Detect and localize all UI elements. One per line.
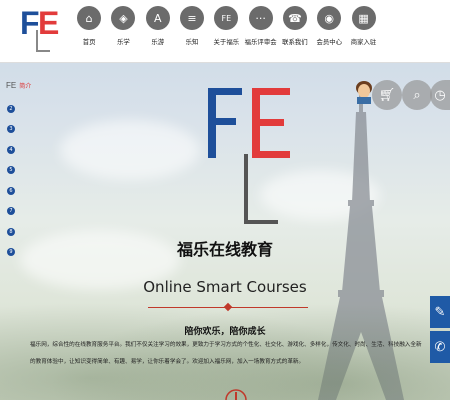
- nav-item-contact[interactable]: ☎ 联系我们: [278, 6, 312, 60]
- slogan: 陪你欢乐，陪你成长: [184, 327, 266, 337]
- nav-item-review[interactable]: ··· 福乐评审会: [243, 6, 277, 60]
- user-icon: ◉: [317, 6, 342, 30]
- sidebar-dot[interactable]: 7: [7, 207, 15, 215]
- phone-icon: ☎: [282, 6, 307, 30]
- shop-icon: ▦: [351, 6, 376, 30]
- sidebar-item-label: 简介: [19, 82, 32, 90]
- tower-icon: A: [145, 6, 170, 30]
- site-logo[interactable]: F E: [16, 4, 66, 58]
- nav-label: 关于福乐: [213, 38, 240, 46]
- main-nav: ⌂ 首页 ◈ 乐学 A 乐游 ≡ 乐知 FE 关于福乐 ··· 福乐评审会 ☎ …: [72, 6, 381, 60]
- scroll-down-icon[interactable]: [216, 386, 256, 400]
- avatar[interactable]: [354, 80, 374, 104]
- nav-item-member[interactable]: ◉ 会员中心: [312, 6, 346, 60]
- nav-item-merchant[interactable]: ▦ 商家入驻: [346, 6, 380, 60]
- sidebar-dot[interactable]: 2: [7, 104, 15, 113]
- nav-item-knowledge[interactable]: ≡ 乐知: [175, 6, 209, 60]
- sidebar-dot[interactable]: 8: [7, 227, 15, 236]
- sidebar-dot[interactable]: 4: [7, 145, 15, 154]
- nav-item-travel[interactable]: A 乐游: [141, 6, 175, 60]
- nav-label: 福乐评审会: [244, 38, 277, 46]
- nav-item-home[interactable]: ⌂ 首页: [72, 6, 106, 60]
- search-icon[interactable]: ⌕: [402, 80, 432, 110]
- svg-text:E: E: [38, 5, 59, 41]
- graduation-cap-icon: ◈: [111, 6, 136, 30]
- nav-item-about[interactable]: FE 关于福乐: [209, 6, 243, 60]
- sidebar-item-intro[interactable]: FE 简介: [6, 78, 40, 92]
- nav-label: 商家入驻: [350, 38, 377, 46]
- nav-item-learn[interactable]: ◈ 乐学: [106, 6, 140, 60]
- page-title: 福乐在线教育: [176, 240, 273, 259]
- fe-small-icon: FE: [6, 80, 17, 90]
- sidebar-dot[interactable]: 5: [7, 166, 15, 174]
- top-header: F E ⌂ 首页 ◈ 乐学 A 乐游 ≡ 乐知 FE 关于福乐 ··· 福乐评审…: [0, 0, 450, 63]
- nav-label: 首页: [82, 38, 96, 46]
- nav-label: 乐知: [185, 38, 199, 46]
- chat-icon: ···: [248, 6, 273, 30]
- home-icon: ⌂: [77, 6, 102, 30]
- nav-label: 会员中心: [316, 38, 342, 46]
- intro-description: 福乐网，综合性的在线教育服务平台。我们不仅关注学习的效果，更致力于学习方式的个性…: [30, 342, 422, 365]
- cart-icon[interactable]: 🛒︎: [372, 80, 402, 110]
- fe-logo-mark: F E: [20, 5, 59, 52]
- nav-label: 乐学: [117, 38, 130, 46]
- book-icon: ≡: [180, 6, 205, 30]
- sidebar-dot[interactable]: 6: [7, 186, 15, 195]
- nav-label: 联系我们: [282, 38, 308, 46]
- fe-logo-icon: FE: [214, 6, 239, 30]
- section-sidebar: FE 简介 2 3 4 5 6 7 8 9: [6, 78, 40, 256]
- nav-label: 乐游: [151, 38, 165, 46]
- fe-big-logo: [208, 88, 290, 224]
- sidebar-dot[interactable]: 3: [7, 125, 15, 133]
- page-subtitle: Online Smart Courses: [143, 278, 307, 296]
